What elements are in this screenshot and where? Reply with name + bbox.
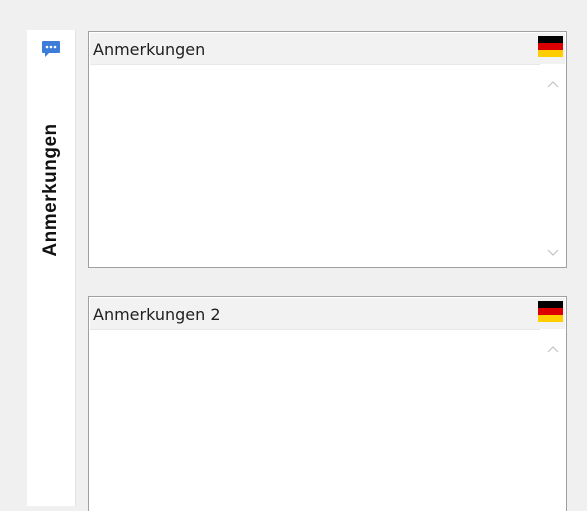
tab-anmerkungen[interactable]: Anmerkungen	[27, 30, 76, 506]
notes-field-2-header: Anmerkungen 2	[90, 298, 565, 330]
notes-field-2-title: Anmerkungen 2	[93, 305, 221, 324]
tab-anmerkungen-label: Anmerkungen	[40, 123, 61, 257]
notes-field-1-header: Anmerkungen	[90, 33, 565, 65]
scroll-up-icon[interactable]	[547, 80, 559, 88]
notes-field-2-textarea[interactable]	[90, 330, 539, 510]
comment-icon	[42, 41, 60, 57]
notes-field-1-title: Anmerkungen	[93, 40, 206, 59]
german-flag-icon[interactable]	[538, 301, 563, 322]
scroll-up-icon[interactable]	[547, 345, 559, 353]
german-flag-icon[interactable]	[538, 36, 563, 57]
scroll-down-icon[interactable]	[547, 249, 559, 257]
notes-field-2[interactable]: Anmerkungen 2	[88, 296, 567, 511]
notes-field-1[interactable]: Anmerkungen	[88, 31, 567, 268]
notes-field-1-textarea[interactable]	[90, 65, 539, 266]
notes-panel: Anmerkungen Anmerkungen Anmerkungen 2	[0, 0, 587, 511]
notes-field-2-scrollbar[interactable]	[540, 329, 565, 511]
notes-field-1-scrollbar[interactable]	[540, 64, 565, 266]
